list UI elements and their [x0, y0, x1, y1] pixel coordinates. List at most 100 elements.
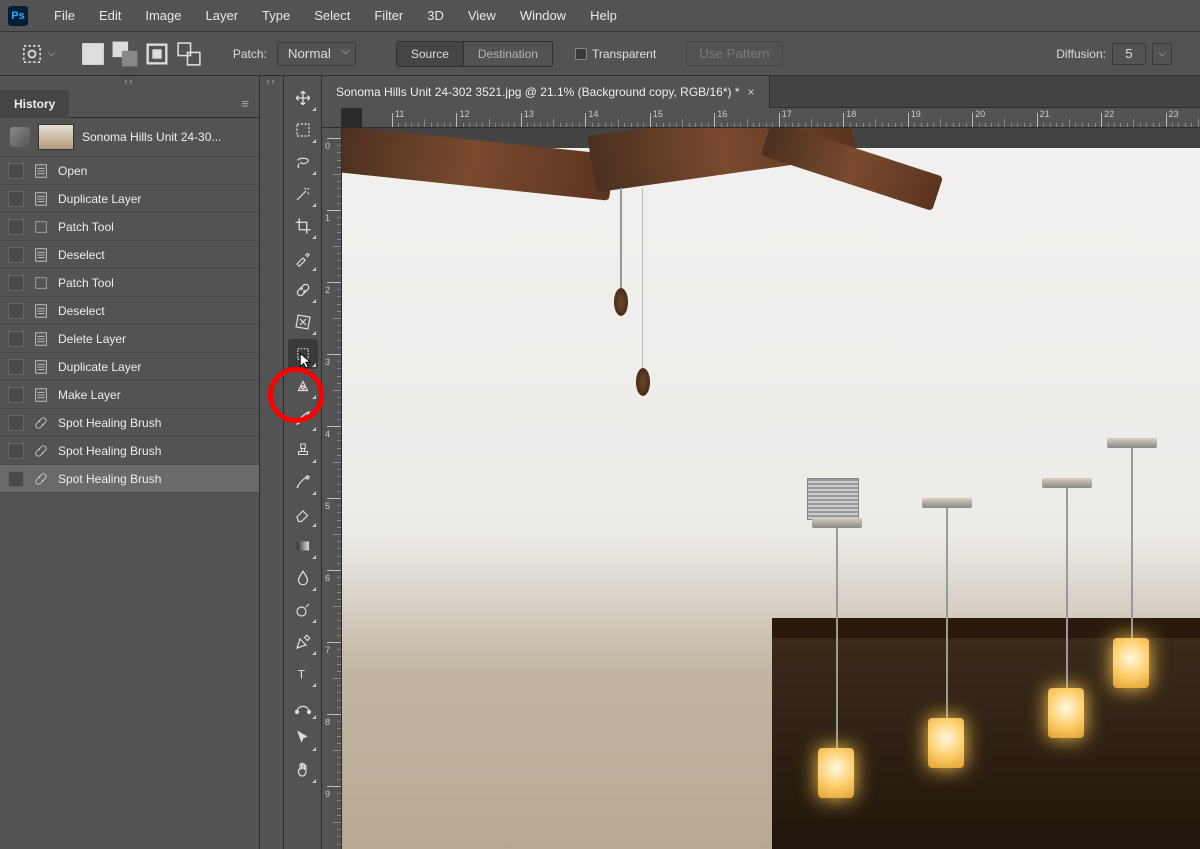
mode-icon-3[interactable]	[143, 42, 171, 66]
ruler-horizontal[interactable]: 11121314151617181920212223	[362, 108, 1200, 128]
toolbar: T	[284, 76, 322, 849]
mode-icon-4[interactable]	[175, 42, 203, 66]
panel-collapse-left[interactable]: ‹‹	[0, 76, 259, 90]
history-item[interactable]: Delete Layer	[0, 325, 259, 353]
photo-pendant-light	[818, 748, 854, 798]
photo-pullchain	[642, 188, 643, 368]
ruler-tick-label: 3	[325, 357, 330, 367]
history-snapshot-checkbox[interactable]	[8, 415, 24, 431]
magic-wand-tool[interactable]	[288, 179, 318, 209]
document-tab[interactable]: Sonoma Hills Unit 24-302 3521.jpg @ 21.1…	[322, 76, 770, 108]
history-step-label: Deselect	[58, 248, 105, 262]
history-snapshot-checkbox[interactable]	[8, 331, 24, 347]
menu-edit[interactable]: Edit	[87, 2, 133, 29]
history-snapshot-checkbox[interactable]	[8, 359, 24, 375]
history-snapshot-checkbox[interactable]	[8, 387, 24, 403]
history-item[interactable]: Duplicate Layer	[0, 185, 259, 213]
marquee-tool[interactable]	[288, 115, 318, 145]
ruler-tick-label: 15	[653, 109, 663, 119]
history-item[interactable]: Spot Healing Brush	[0, 409, 259, 437]
history-item[interactable]: Spot Healing Brush	[0, 437, 259, 465]
history-snapshot-checkbox[interactable]	[8, 471, 24, 487]
type-tool[interactable]: T	[288, 659, 318, 689]
mode-icon-2[interactable]	[111, 42, 139, 66]
document-viewport[interactable]	[342, 128, 1200, 849]
menu-select[interactable]: Select	[302, 2, 362, 29]
history-brush-tool[interactable]	[288, 467, 318, 497]
history-item[interactable]: Spot Healing Brush	[0, 465, 259, 493]
move-tool[interactable]	[288, 83, 318, 113]
mode-icon-1[interactable]	[79, 42, 107, 66]
ruler-vertical[interactable]: 0123456789	[322, 128, 342, 849]
history-snapshot-checkbox[interactable]	[8, 191, 24, 207]
patch-mode-select[interactable]: Normal	[277, 42, 356, 66]
panel-menu-icon[interactable]: ≡	[231, 96, 259, 111]
history-snapshot-checkbox[interactable]	[8, 443, 24, 459]
history-snapshot-checkbox[interactable]	[8, 163, 24, 179]
menu-image[interactable]: Image	[133, 2, 193, 29]
hand-tool[interactable]	[288, 755, 318, 785]
clone-stamp-tool[interactable]	[288, 435, 318, 465]
spot-healing-tool[interactable]	[288, 275, 318, 305]
ruler-tick-label: 5	[325, 501, 330, 511]
photo-pendant-light	[1048, 688, 1084, 738]
patch-tool-1[interactable]	[288, 307, 318, 337]
menu-help[interactable]: Help	[578, 2, 629, 29]
menu-window[interactable]: Window	[508, 2, 578, 29]
eyedropper-tool[interactable]	[288, 243, 318, 273]
photo-pendant	[836, 528, 838, 758]
red-eye-tool[interactable]	[288, 371, 318, 401]
menu-view[interactable]: View	[456, 2, 508, 29]
blur-tool[interactable]	[288, 563, 318, 593]
lasso-tool[interactable]	[288, 147, 318, 177]
menu-type[interactable]: Type	[250, 2, 302, 29]
history-snapshot-checkbox[interactable]	[8, 247, 24, 263]
destination-button[interactable]: Destination	[464, 42, 552, 66]
history-tab[interactable]: History	[0, 90, 69, 118]
history-list: OpenDuplicate LayerPatch ToolDeselectPat…	[0, 157, 259, 849]
history-item[interactable]: Make Layer	[0, 381, 259, 409]
patch-mode-dropdown[interactable]: Normal	[277, 42, 356, 66]
transparent-checkbox[interactable]: Transparent	[575, 47, 656, 61]
ruler-origin[interactable]	[322, 108, 342, 128]
diffusion-label: Diffusion:	[1056, 47, 1106, 61]
eraser-tool[interactable]	[288, 499, 318, 529]
history-panel: ‹‹ History ≡ Sonoma Hills Unit 24-30... …	[0, 76, 260, 849]
history-step-label: Make Layer	[58, 388, 121, 402]
history-snapshot-checkbox[interactable]	[8, 275, 24, 291]
dodge-tool[interactable]	[288, 595, 318, 625]
menu-3d[interactable]: 3D	[415, 2, 456, 29]
diffusion-input[interactable]	[1112, 43, 1146, 65]
history-item[interactable]: Patch Tool	[0, 269, 259, 297]
diffusion-stepper[interactable]: ⌵	[1152, 43, 1172, 65]
history-item[interactable]: Open	[0, 157, 259, 185]
panel-collapse-right[interactable]: ››	[260, 76, 283, 90]
brush-tool[interactable]	[288, 403, 318, 433]
history-snapshot-checkbox[interactable]	[8, 303, 24, 319]
patch-label: Patch:	[233, 47, 267, 61]
crop-tool[interactable]	[288, 211, 318, 241]
menu-filter[interactable]: Filter	[362, 2, 415, 29]
menu-layer[interactable]: Layer	[194, 2, 251, 29]
gradient-tool[interactable]	[288, 531, 318, 561]
ruler-tick-label: 1	[325, 213, 330, 223]
path-tool[interactable]	[288, 691, 318, 721]
tool-preset-picker[interactable]: ⌵	[18, 42, 55, 66]
history-item[interactable]: Deselect	[0, 241, 259, 269]
close-icon[interactable]: ×	[748, 85, 755, 99]
patch-tool[interactable]	[288, 339, 318, 369]
history-source-row[interactable]: Sonoma Hills Unit 24-30...	[0, 118, 259, 157]
direct-select-tool[interactable]	[288, 723, 318, 753]
pen-tool[interactable]	[288, 627, 318, 657]
history-doc-thumbnail	[38, 124, 74, 150]
photo-pendant	[1131, 448, 1133, 648]
history-item[interactable]: Deselect	[0, 297, 259, 325]
menu-file[interactable]: File	[42, 2, 87, 29]
source-button[interactable]: Source	[397, 42, 464, 66]
ruler-tick-label: 13	[524, 109, 534, 119]
history-item[interactable]: Duplicate Layer	[0, 353, 259, 381]
ruler-tick-label: 7	[325, 645, 330, 655]
history-item[interactable]: Patch Tool	[0, 213, 259, 241]
history-step-icon	[32, 246, 50, 264]
history-snapshot-checkbox[interactable]	[8, 219, 24, 235]
